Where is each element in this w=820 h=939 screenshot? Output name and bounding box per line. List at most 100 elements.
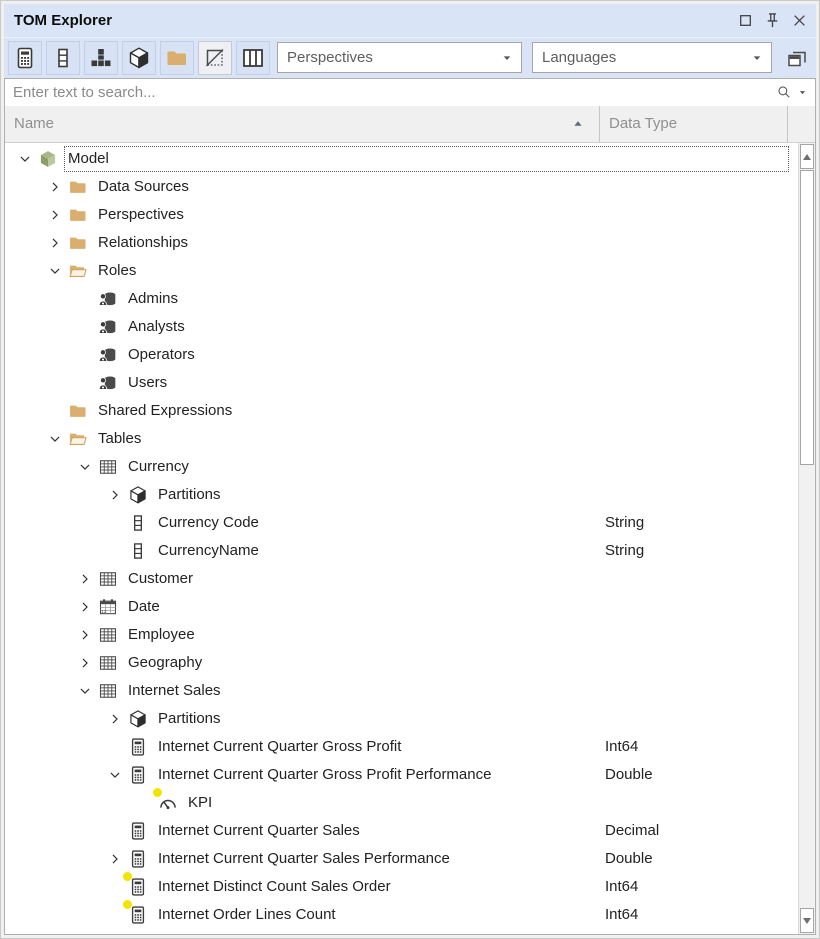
data-type-column-header[interactable]: Data Type	[600, 106, 788, 142]
data-type-column-label: Data Type	[609, 115, 677, 132]
tree-row[interactable]: Operators	[5, 341, 798, 369]
tree-row[interactable]: Shared Expressions	[5, 397, 798, 425]
tree-row[interactable]: CurrencyName String	[5, 537, 798, 565]
folder-icon	[165, 46, 189, 70]
tree-row[interactable]: Tables	[5, 425, 798, 453]
scroll-up-button[interactable]	[800, 144, 814, 169]
chevron-right-icon[interactable]	[43, 229, 67, 257]
maximize-button[interactable]	[735, 10, 756, 31]
title-bar: TOM Explorer	[4, 4, 816, 37]
tree-row[interactable]: Currency Code String	[5, 509, 798, 537]
chevron-right-icon[interactable]	[73, 621, 97, 649]
tree-row[interactable]: Internet Current Quarter Gross Profit In…	[5, 733, 798, 761]
pin-button[interactable]	[762, 10, 783, 31]
chevron-down-icon[interactable]	[43, 257, 67, 285]
scrollbar-thumb[interactable]	[800, 170, 814, 465]
tree-row[interactable]: Partitions	[5, 705, 798, 733]
modified-badge	[123, 872, 132, 881]
chevron-right-icon[interactable]	[73, 593, 97, 621]
expander	[73, 313, 97, 341]
tree-row[interactable]: Data Sources	[5, 173, 798, 201]
chevron-right-icon[interactable]	[73, 565, 97, 593]
tree-row[interactable]: Internet Distinct Count Sales Order Int6…	[5, 873, 798, 901]
chevron-down-icon[interactable]	[103, 761, 127, 789]
tree-row[interactable]: Analysts	[5, 313, 798, 341]
close-button[interactable]	[789, 10, 810, 31]
arrow-up-icon	[803, 154, 811, 160]
name-column-header[interactable]: Name	[5, 106, 600, 142]
role-icon	[97, 316, 119, 338]
folder-icon	[67, 400, 89, 422]
toggle-partitions-button[interactable]	[122, 41, 156, 75]
tree-item-label: Internet Sales	[125, 679, 224, 703]
tree-row[interactable]: Internet Current Quarter Sales Decimal	[5, 817, 798, 845]
tree-row[interactable]: Internet Order Lines Count Int64	[5, 901, 798, 929]
chevron-down-icon[interactable]	[13, 145, 37, 173]
tree-item-label: Date	[125, 595, 163, 619]
tree-row[interactable]: Customer	[5, 565, 798, 593]
column-icon	[127, 512, 149, 534]
folder-open-icon	[67, 260, 89, 282]
tree-row[interactable]	[5, 929, 798, 934]
tree-row[interactable]: Date	[5, 593, 798, 621]
cascade-windows-button[interactable]	[781, 43, 813, 73]
tree-row[interactable]: Employee	[5, 621, 798, 649]
search-options-chevron-icon[interactable]	[796, 86, 809, 99]
chevron-right-icon[interactable]	[103, 481, 127, 509]
tree-row[interactable]: Partitions	[5, 481, 798, 509]
chevron-down-icon[interactable]	[43, 425, 67, 453]
toggle-column-view-button[interactable]	[236, 41, 270, 75]
measure-icon	[127, 904, 149, 926]
tree-item-label: Model	[65, 147, 788, 171]
chevron-down-icon[interactable]	[73, 677, 97, 705]
tree-item-label: Analysts	[125, 315, 188, 339]
data-type-value: Double	[605, 761, 653, 789]
chevron-right-icon[interactable]	[103, 845, 127, 873]
table-icon	[97, 680, 119, 702]
data-type-value: Decimal	[605, 817, 659, 845]
table-icon	[97, 568, 119, 590]
tree-row[interactable]: KPI	[5, 789, 798, 817]
tree-row[interactable]: Perspectives	[5, 201, 798, 229]
search-input[interactable]	[5, 79, 743, 105]
tree-row[interactable]: Roles	[5, 257, 798, 285]
chevron-right-icon[interactable]	[43, 201, 67, 229]
chevron-right-icon[interactable]	[43, 173, 67, 201]
tree-row[interactable]: Currency	[5, 453, 798, 481]
chevron-right-icon[interactable]	[103, 705, 127, 733]
tree-item-label: Employee	[125, 623, 198, 647]
vertical-scrollbar[interactable]	[798, 143, 815, 934]
tree-row[interactable]: Internet Sales	[5, 677, 798, 705]
search-icon[interactable]	[775, 83, 793, 101]
tree-row[interactable]: Admins	[5, 285, 798, 313]
perspectives-dropdown[interactable]: Perspectives	[277, 42, 522, 73]
chevron-down-icon[interactable]	[73, 453, 97, 481]
kpi-icon	[157, 792, 179, 814]
scroll-down-button[interactable]	[800, 908, 814, 933]
data-type-value: String	[605, 509, 644, 537]
search-bar	[5, 79, 815, 107]
measure-icon	[127, 764, 149, 786]
toggle-columns-button[interactable]	[46, 41, 80, 75]
close-icon	[789, 10, 810, 31]
tree-item-label: Data Sources	[95, 175, 192, 199]
tree-row[interactable]: Internet Current Quarter Sales Performan…	[5, 845, 798, 873]
chevron-right-icon[interactable]	[73, 649, 97, 677]
tom-explorer-panel: TOM Explorer Perspectives Languages	[4, 4, 816, 935]
chevron-down-icon	[499, 50, 515, 66]
toggle-measures-button[interactable]	[8, 41, 42, 75]
languages-dropdown[interactable]: Languages	[532, 42, 772, 73]
arrow-down-icon	[803, 918, 811, 924]
expander	[103, 817, 127, 845]
tree-row[interactable]: Users	[5, 369, 798, 397]
folder-open-icon	[67, 428, 89, 450]
column-icon	[51, 46, 75, 70]
tree-row[interactable]: Relationships	[5, 229, 798, 257]
toggle-display-folders-button[interactable]	[160, 41, 194, 75]
tree-row[interactable]: Model	[5, 145, 798, 173]
tree-row[interactable]: Geography	[5, 649, 798, 677]
tree-row[interactable]: Internet Current Quarter Gross Profit Pe…	[5, 761, 798, 789]
toggle-hidden-objects-button[interactable]	[198, 41, 232, 75]
toggle-hierarchies-button[interactable]	[84, 41, 118, 75]
folder-icon	[67, 204, 89, 226]
